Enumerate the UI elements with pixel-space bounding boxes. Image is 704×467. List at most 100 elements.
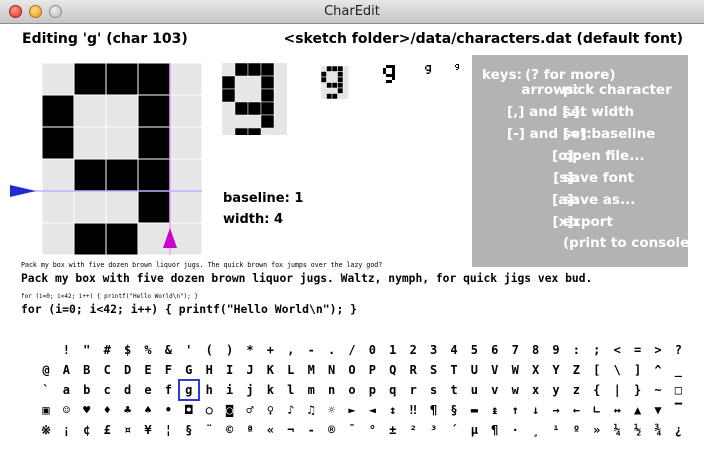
charmap-glyph[interactable]: P (364, 363, 380, 377)
charmap-glyph[interactable]: I (222, 363, 238, 377)
charmap-glyph[interactable]: H (201, 363, 217, 377)
charmap-glyph[interactable]: ▼ (650, 403, 666, 417)
charmap-glyph[interactable]: ³ (426, 423, 442, 437)
charmap-glyph[interactable]: ] (630, 363, 646, 377)
charmap-glyph[interactable]: | (609, 383, 625, 397)
charmap-glyph[interactable]: w (507, 383, 523, 397)
charmap-glyph[interactable]: ¹ (548, 423, 564, 437)
charmap-glyph[interactable]: f (160, 383, 176, 397)
charmap-glyph[interactable]: " (79, 343, 95, 357)
charmap-glyph[interactable]: 5 (466, 343, 482, 357)
charmap-glyph[interactable]: ± (385, 423, 401, 437)
charmap-glyph[interactable]: ¦ (160, 423, 176, 437)
charmap-glyph[interactable]: ♥ (79, 403, 95, 417)
charmap-glyph[interactable]: ◙ (222, 403, 238, 417)
charmap-glyph[interactable]: x (528, 383, 544, 397)
charmap-glyph[interactable]: ¿ (670, 423, 686, 437)
charmap-glyph[interactable]: ♦ (99, 403, 115, 417)
charmap-glyph[interactable]: ¡ (58, 423, 74, 437)
charmap-glyph[interactable]: ↓ (528, 403, 544, 417)
charmap-glyph[interactable]: F (160, 363, 176, 377)
charmap-glyph[interactable]: ` (38, 383, 54, 397)
charmap-glyph[interactable]: ' (181, 343, 197, 357)
charmap-glyph[interactable]: T (446, 363, 462, 377)
pixel-cell[interactable] (73, 62, 107, 96)
pixel-cell[interactable] (169, 62, 203, 96)
charmap-glyph[interactable]: i (222, 383, 238, 397)
pixel-cell[interactable] (41, 222, 75, 255)
charmap-glyph[interactable]: y (548, 383, 564, 397)
pixel-cell[interactable] (169, 190, 203, 224)
charmap-glyph[interactable]: S (426, 363, 442, 377)
pixel-cell[interactable] (73, 126, 107, 160)
charmap-glyph[interactable]: ▲ (630, 403, 646, 417)
pixel-cell[interactable] (41, 62, 75, 96)
charmap-glyph[interactable]: ? (670, 343, 686, 357)
charmap-glyph[interactable]: ~ (650, 383, 666, 397)
charmap-glyph[interactable]: v (487, 383, 503, 397)
charmap-glyph[interactable]: # (99, 343, 115, 357)
pixel-cell[interactable] (105, 62, 139, 96)
charmap-glyph[interactable]: \ (609, 363, 625, 377)
charmap-glyph[interactable]: 1 (385, 343, 401, 357)
charmap-glyph[interactable]: ° (364, 423, 380, 437)
charmap-glyph[interactable]: Z (568, 363, 584, 377)
charmap-glyph[interactable]: $ (120, 343, 136, 357)
charmap-glyph[interactable]: ® (324, 423, 340, 437)
pixel-cell[interactable] (41, 190, 75, 224)
pixel-cell[interactable] (41, 158, 75, 192)
charmap-glyph[interactable]: [ (589, 363, 605, 377)
charmap-glyph[interactable]: ! (58, 343, 74, 357)
pixel-cell[interactable] (105, 222, 139, 255)
charmap-glyph[interactable]: c (99, 383, 115, 397)
charmap-glyph[interactable]: ( (201, 343, 217, 357)
pixel-editor-grid[interactable] (0, 50, 215, 255)
charmap-glyph[interactable]: = (630, 343, 646, 357)
charmap-glyph[interactable]: z (568, 383, 584, 397)
charmap-glyph[interactable]: ☼ (324, 403, 340, 417)
charmap-glyph[interactable]: ► (344, 403, 360, 417)
charmap-glyph[interactable]: 6 (487, 343, 503, 357)
charmap-glyph[interactable]: ▣ (38, 403, 54, 417)
charmap-glyph[interactable]: ¶ (426, 403, 442, 417)
charmap-glyph[interactable]: ○ (201, 403, 217, 417)
charmap-glyph[interactable]: ½ (630, 423, 646, 437)
charmap-glyph[interactable]: ¼ (609, 423, 625, 437)
charmap-glyph[interactable]: □ (670, 383, 686, 397)
charmap-glyph[interactable]: § (181, 423, 197, 437)
charmap-glyph[interactable]: ▔ (670, 403, 686, 417)
charmap-glyph[interactable]: + (262, 343, 278, 357)
charmap-glyph[interactable]: E (140, 363, 156, 377)
charmap-glyph[interactable]: ※ (38, 423, 54, 437)
charmap-glyph[interactable]: • (160, 403, 176, 417)
charmap-glyph[interactable]: ¯ (344, 423, 360, 437)
charmap-glyph[interactable]: ♀ (262, 403, 278, 417)
charmap-glyph[interactable]: b (79, 383, 95, 397)
charmap-glyph[interactable]: J (242, 363, 258, 377)
charmap-glyph[interactable]: h (201, 383, 217, 397)
charmap-glyph[interactable]: { (589, 383, 605, 397)
charmap-glyph[interactable]: ♫ (303, 403, 319, 417)
charmap-glyph[interactable]: m (303, 383, 319, 397)
charmap-glyph[interactable]: ← (568, 403, 584, 417)
charmap-glyph[interactable]: ◘ (181, 403, 197, 417)
charmap-glyph[interactable]: X (528, 363, 544, 377)
charmap-glyph[interactable]: ↨ (487, 403, 503, 417)
pixel-cell[interactable] (169, 94, 203, 128)
charmap-glyph[interactable]: d (120, 383, 136, 397)
charmap-glyph[interactable]: C (99, 363, 115, 377)
charmap-glyph[interactable]: 2 (405, 343, 421, 357)
charmap-glyph[interactable]: « (262, 423, 278, 437)
charmap-glyph[interactable]: → (548, 403, 564, 417)
charmap-glyph[interactable]: 0 (364, 343, 380, 357)
charmap-glyph[interactable]: 7 (507, 343, 523, 357)
charmap-glyph[interactable]: > (650, 343, 666, 357)
pixel-cell[interactable] (137, 126, 171, 160)
charmap-glyph[interactable]: ▬ (466, 403, 482, 417)
charmap-glyph[interactable]: & (160, 343, 176, 357)
charmap-glyph[interactable]: ↕ (385, 403, 401, 417)
charmap-glyph[interactable]: ; (589, 343, 605, 357)
charmap-glyph[interactable]: L (283, 363, 299, 377)
charmap-glyph[interactable]: ↑ (507, 403, 523, 417)
charmap-glyph[interactable]: ‼ (405, 403, 421, 417)
